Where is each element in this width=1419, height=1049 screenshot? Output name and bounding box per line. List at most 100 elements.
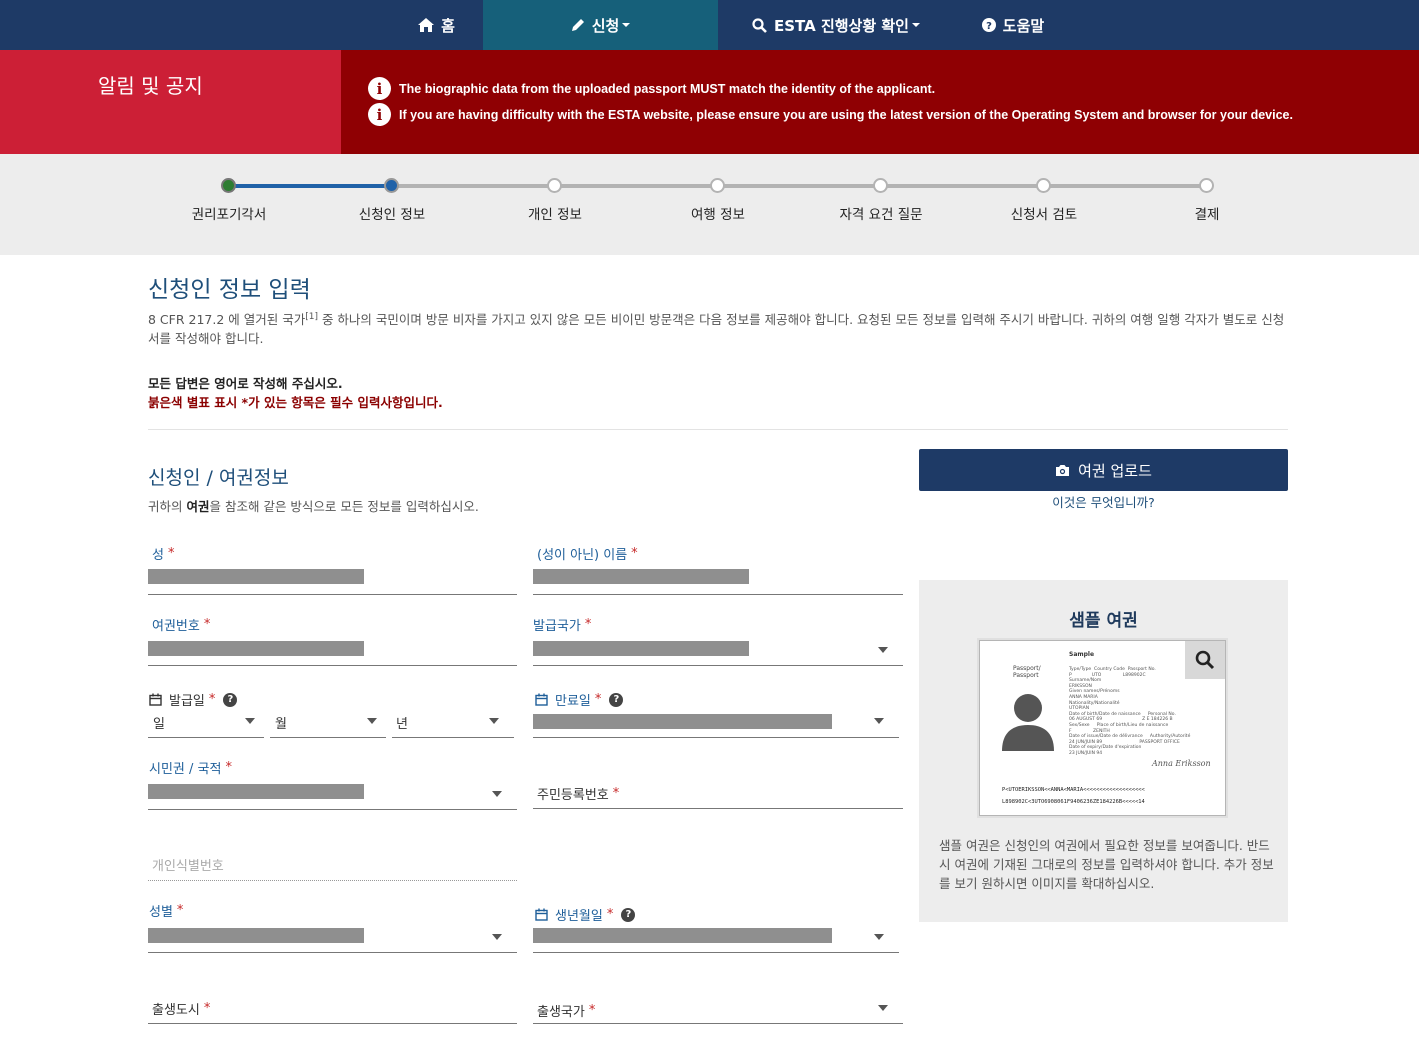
caret-down-icon [874, 934, 884, 940]
nav-apply[interactable]: 신청 [483, 0, 718, 50]
step-label: 신청서 검토 [1010, 207, 1078, 223]
personal-id-placeholder: 개인식별번호 [152, 859, 224, 874]
caret-down-icon [245, 718, 255, 724]
search-icon [752, 17, 767, 33]
expiry-date-label: 만료일 * ? [535, 690, 624, 709]
step-label: 여행 정보 [691, 207, 745, 223]
birth-date-select[interactable] [533, 952, 899, 953]
issue-date-label-text: 발급일 [169, 694, 205, 709]
passport-mrz: P<UTOERIKSSON<<ANNA<MARIA<<<<<<<<<<<<<<<… [1002, 784, 1145, 808]
birth-city-label-text: 출생도시 [152, 1003, 200, 1018]
required-note: 붉은색 별표 표시 *가 있는 항목은 필수 입력사항입니다. [148, 395, 443, 410]
birth-country-select[interactable] [533, 1023, 903, 1024]
caret-down-icon [874, 718, 884, 724]
birth-city-input[interactable] [148, 1023, 517, 1024]
what-is-this-link[interactable]: 이것은 무엇입니까? [919, 492, 1288, 511]
issue-year-select[interactable] [392, 737, 514, 738]
expiry-date-value-redacted [533, 714, 832, 729]
step-node [1199, 178, 1214, 193]
step-node [710, 178, 725, 193]
national-id-input[interactable] [533, 808, 903, 809]
issuing-country-select[interactable] [533, 665, 903, 666]
passport-header: Sample [1069, 651, 1095, 658]
caret-down-icon [489, 718, 499, 724]
surname-label-text: 성 [152, 548, 164, 563]
issue-day-select[interactable] [148, 737, 264, 738]
question-circle-icon[interactable]: ? [223, 692, 238, 707]
info-icon: i [368, 103, 391, 126]
nav-status[interactable]: ESTA 진행상황 확인 [718, 0, 954, 50]
footnote-link[interactable]: [1] [305, 312, 318, 322]
section-title: 신청인 / 여권정보 [148, 467, 289, 489]
required-mark: * [203, 1001, 211, 1016]
notice-title: 알림 및 공지 [98, 74, 203, 98]
question-circle-icon[interactable]: ? [609, 692, 624, 707]
passport-number-label: 여권번호 * [152, 615, 210, 634]
gender-select[interactable] [148, 952, 517, 953]
divider [148, 429, 1288, 430]
given-name-value-redacted [533, 569, 749, 584]
issue-year-select-value: 년 [396, 717, 408, 732]
notice-message: i If you are having difficulty with the … [368, 103, 1293, 126]
required-mark: * [208, 692, 216, 707]
caret-down-icon [492, 791, 502, 797]
citizenship-label-text: 시민권 / 국적 [149, 762, 222, 777]
issuing-country-label: 발급국가 * [533, 615, 591, 634]
nav-status-label: ESTA 진행상황 확인 [774, 16, 909, 35]
required-mark: * [594, 692, 602, 707]
zoom-button[interactable] [1185, 641, 1225, 679]
top-nav: 홈 신청 ESTA 진행상황 확인 ? 도움말 [0, 0, 1419, 50]
birth-country-label: 출생국가 * [537, 1001, 595, 1020]
sample-title: 샘플 여권 [1069, 611, 1138, 631]
required-mark: * [606, 907, 614, 922]
intro-text-start: 8 CFR 217.2 에 열거된 국가 [148, 312, 306, 328]
expiry-date-select[interactable] [533, 737, 899, 738]
personal-id-input[interactable] [148, 880, 517, 881]
passport-number-input[interactable] [148, 665, 517, 666]
citizenship-value-redacted [148, 784, 364, 799]
progress-tracker: 권리포기각서 신청인 정보 개인 정보 여행 정보 자격 요건 질문 신청서 검… [0, 154, 1419, 255]
step-node [221, 178, 236, 193]
sample-description: 샘플 여권은 신청인의 여권에서 필요한 정보를 보여줍니다. 반드시 여권에 … [939, 838, 1274, 891]
gender-label: 성별 * [149, 901, 183, 920]
step-label: 신청인 정보 [358, 207, 426, 223]
step-label: 결제 [1194, 207, 1220, 223]
caret-down-icon [878, 647, 888, 653]
issue-day-select-value: 일 [153, 717, 165, 732]
info-icon: i [368, 77, 391, 100]
calendar-icon [149, 693, 162, 706]
upload-passport-label: 여권 업로드 [1078, 461, 1152, 480]
sample-passport-panel: 샘플 여권 Passport/ Passport Sample Type/Typ… [919, 580, 1288, 922]
passport-signature: Anna Eriksson [1152, 759, 1211, 768]
nav-help-label: 도움말 [1002, 16, 1045, 35]
national-id-label: 주민등록번호 * [537, 784, 619, 803]
given-name-label: (성이 아닌) 이름 * [537, 544, 638, 563]
sample-passport-image[interactable]: Passport/ Passport Sample Type/Type Coun… [979, 640, 1226, 816]
notice-message-text: If you are having difficulty with the ES… [399, 107, 1293, 122]
question-circle-icon[interactable]: ? [621, 907, 636, 922]
nav-home[interactable]: 홈 [390, 0, 483, 50]
birth-date-label: 생년월일 * ? [535, 905, 636, 924]
issue-month-select-value: 월 [275, 717, 287, 732]
upload-passport-button[interactable]: 여권 업로드 [919, 449, 1288, 491]
pencil-icon [571, 18, 585, 32]
nav-apply-label: 신청 [591, 16, 620, 35]
citizenship-select[interactable] [148, 809, 517, 810]
birth-date-value-redacted [533, 928, 832, 943]
calendar-icon [535, 693, 548, 706]
nav-help[interactable]: ? 도움말 [954, 0, 1072, 50]
notice-panel: 알림 및 공지 [0, 50, 341, 154]
svg-text:?: ? [986, 21, 992, 32]
surname-input[interactable] [148, 594, 517, 595]
page-title: 신청인 정보 입력 [148, 277, 311, 303]
issue-month-select[interactable] [270, 737, 386, 738]
caret-down-icon [878, 1005, 888, 1011]
given-name-input[interactable] [533, 594, 903, 595]
birth-city-label: 출생도시 * [152, 999, 210, 1018]
step-node [384, 178, 399, 193]
birth-date-label-text: 생년월일 [555, 909, 603, 924]
notice-messages: i The biographic data from the uploaded … [341, 50, 1419, 154]
required-mark: * [612, 786, 620, 801]
issuing-country-value-redacted [533, 641, 749, 656]
required-mark: * [631, 546, 638, 561]
